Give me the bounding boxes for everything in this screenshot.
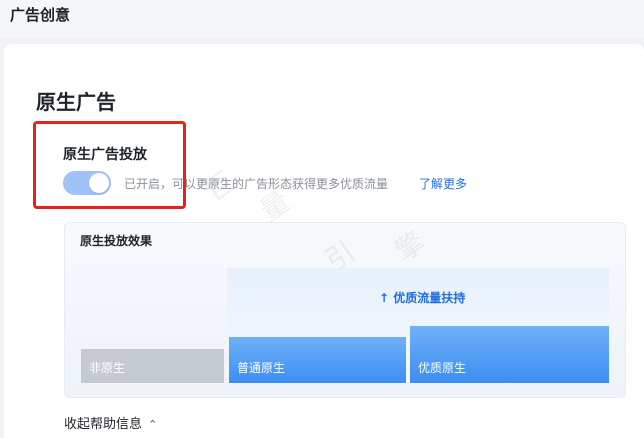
bar-regular-native: 普通原生 <box>229 337 406 383</box>
bar-premium-native: 优质原生 <box>410 326 609 383</box>
bar-label-non-native: 非原生 <box>89 361 126 375</box>
highlight-annotation <box>33 121 186 209</box>
chevrons-up-icon: ⌃ <box>148 418 158 431</box>
collapse-help-button[interactable]: 收起帮助信息 ⌃ <box>64 413 157 432</box>
learn-more-link[interactable]: 了解更多 <box>419 175 467 192</box>
toggle-description: 已开启，可以更原生的广告形态获得更多优质流量 <box>124 177 389 191</box>
collapse-help-label: 收起帮助信息 <box>64 417 143 432</box>
bar-non-native: 非原生 <box>81 349 224 383</box>
native-toggle-label: 原生广告投放 <box>63 147 147 163</box>
bar-label-regular-native: 普通原生 <box>237 361 286 375</box>
effect-title: 原生投放效果 <box>80 234 153 248</box>
top-bar <box>0 0 644 38</box>
section-title: 广告创意 <box>10 6 71 24</box>
bar-label-premium-native: 优质原生 <box>418 361 467 375</box>
native-ads-heading: 原生广告 <box>36 90 116 114</box>
native-ads-toggle[interactable] <box>63 171 111 195</box>
boost-label: ↑ 优质流量扶持 <box>379 291 466 305</box>
toggle-knob <box>89 173 109 193</box>
